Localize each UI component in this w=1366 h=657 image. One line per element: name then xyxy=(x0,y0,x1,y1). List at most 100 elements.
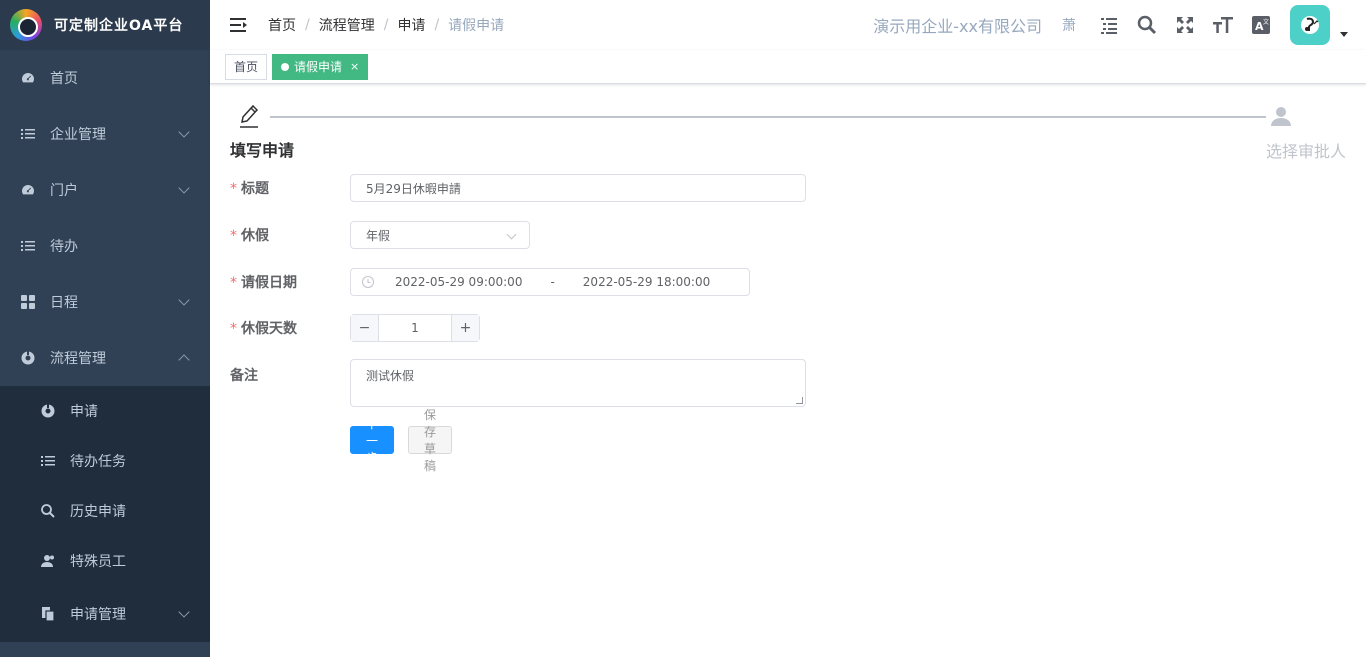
avatar[interactable] xyxy=(1290,5,1330,45)
tag-label: 请假申请 xyxy=(294,59,343,74)
app-title: 可定制企业OA平台 xyxy=(54,18,184,34)
date-label: * 请假日期 xyxy=(230,275,297,291)
sidebar-item-label: 流程管理 xyxy=(50,351,106,367)
sidebar-subitem-apply[interactable]: 申请 xyxy=(0,386,210,436)
list-icon xyxy=(20,238,36,254)
decrease-button[interactable]: − xyxy=(351,315,379,341)
dashboard-icon xyxy=(20,182,36,198)
sidebar-subitem-apply-manage[interactable]: 申请管理 xyxy=(0,586,210,642)
chevron-down-icon xyxy=(506,229,517,240)
date-end[interactable]: 2022-05-29 18:00:00 xyxy=(583,275,710,289)
search-icon[interactable] xyxy=(1128,0,1166,50)
steps: 填写申请 选择审批人 xyxy=(230,103,1356,163)
user-icon xyxy=(40,553,56,569)
sidebar-item-enterprise[interactable]: 企业管理 xyxy=(0,106,210,162)
date-range-picker[interactable]: 2022-05-29 09:00:00 - 2022-05-29 18:00:0… xyxy=(350,268,750,296)
breadcrumb-item[interactable]: 流程管理 xyxy=(319,15,375,35)
tag-leave-application[interactable]: 请假申请 × xyxy=(272,53,369,80)
list-icon xyxy=(20,126,36,142)
form-row-days: * 休假天数 − 1 + xyxy=(230,313,480,343)
sidebar-item-label: 历史申请 xyxy=(70,504,126,520)
date-start[interactable]: 2022-05-29 09:00:00 xyxy=(395,275,522,289)
title-label: * 标题 xyxy=(230,181,269,197)
sidebar-item-todo[interactable]: 待办 xyxy=(0,218,210,274)
breadcrumb: 首页 / 流程管理 / 申请 / 请假申请 xyxy=(268,15,505,35)
days-label: * 休假天数 xyxy=(230,321,297,337)
chevron-up-icon xyxy=(178,354,190,366)
sidebar-item-portal[interactable]: 门户 xyxy=(0,162,210,218)
search-icon xyxy=(40,503,56,519)
hamburger-icon[interactable] xyxy=(210,0,268,50)
note-label: 备注 xyxy=(230,368,258,384)
dashboard-icon xyxy=(20,70,36,86)
grid-icon xyxy=(20,294,36,310)
sidebar-item-label: 待办任务 xyxy=(70,454,126,470)
app-logo xyxy=(10,9,42,41)
form-row-leave-type: * 休假 年假 xyxy=(230,220,530,250)
step-connector xyxy=(270,116,1266,118)
menu-list-icon[interactable] xyxy=(1090,0,1128,50)
process-icon xyxy=(40,403,56,419)
sidebar-item-label: 门户 xyxy=(50,183,78,199)
chevron-down-icon xyxy=(178,294,190,306)
edit-icon xyxy=(238,103,262,133)
process-icon xyxy=(20,350,36,366)
form-row-title: * 标题 5月29日休暇申請 xyxy=(230,173,806,203)
language-icon[interactable]: A文 xyxy=(1242,0,1280,50)
sidebar-item-label: 申请管理 xyxy=(70,607,126,623)
user-icon xyxy=(1270,105,1292,131)
breadcrumb-current: 请假申请 xyxy=(448,18,505,34)
user-menu[interactable] xyxy=(1290,5,1348,45)
sidebar-subitem-history[interactable]: 历史申请 xyxy=(0,486,210,536)
tags-view: 首页 请假申请 × xyxy=(210,50,1366,84)
tag-home[interactable]: 首页 xyxy=(225,53,268,80)
header-right: 演示用企业-xx有限公司 萧 A文 xyxy=(873,0,1366,50)
note-textarea[interactable]: 测试休假 xyxy=(350,359,806,407)
main-content: 填写申请 选择审批人 * 标题 5月29日休暇申請 * 休假 年假 * 请假日期 20… xyxy=(210,85,1366,657)
leave-type-select[interactable]: 年假 xyxy=(350,221,530,249)
breadcrumb-item[interactable]: 申请 xyxy=(397,15,425,35)
date-separator: - xyxy=(550,275,555,289)
days-input[interactable]: 1 xyxy=(379,315,451,341)
next-step-button[interactable]: 下一步 xyxy=(350,417,395,465)
fullscreen-icon[interactable] xyxy=(1166,0,1204,50)
svg-text:文: 文 xyxy=(1263,18,1269,26)
active-dot-icon xyxy=(281,62,290,71)
title-input[interactable]: 5月29日休暇申請 xyxy=(350,174,806,202)
sidebar-subitem-todo-tasks[interactable]: 待办任务 xyxy=(0,436,210,486)
leave-type-label: * 休假 xyxy=(230,228,269,244)
breadcrumb-item[interactable]: 首页 xyxy=(268,15,296,35)
sidebar-subitem-special-staff[interactable]: 特殊员工 xyxy=(0,536,210,586)
increase-button[interactable]: + xyxy=(451,315,479,341)
form-actions: 下一步 保存草稿 xyxy=(350,408,453,473)
clock-icon xyxy=(361,275,375,289)
sidebar-item-label: 企业管理 xyxy=(50,127,106,143)
sidebar-item-process[interactable]: 流程管理 xyxy=(0,330,210,386)
sidebar-item-schedule[interactable]: 日程 xyxy=(0,274,210,330)
resize-handle[interactable] xyxy=(796,397,803,404)
sidebar-item-home[interactable]: 首页 xyxy=(0,50,210,106)
sidebar-item-label: 特殊员工 xyxy=(70,554,126,570)
logo-area: 可定制企业OA平台 xyxy=(0,0,210,50)
close-icon[interactable]: × xyxy=(350,55,359,79)
step-title-select-approver: 选择审批人 xyxy=(1266,142,1347,161)
caret-down-icon xyxy=(1340,31,1348,37)
top-navbar: 首页 / 流程管理 / 申请 / 请假申请 演示用企业-xx有限公司 萧 A文 xyxy=(210,0,1366,50)
chevron-down-icon xyxy=(178,606,190,618)
font-size-icon[interactable] xyxy=(1204,0,1242,50)
save-draft-button[interactable]: 保存草稿 xyxy=(408,408,453,473)
chevron-down-icon xyxy=(178,182,190,194)
process-submenu: 申请 待办任务 历史申请 特殊员工 申请管理 xyxy=(0,386,210,642)
list-icon xyxy=(40,453,56,469)
chevron-down-icon xyxy=(178,126,190,138)
form-row-date: * 请假日期 2022-05-29 09:00:00 - 2022-05-29 1… xyxy=(230,267,750,297)
sidebar-item-label: 首页 xyxy=(50,71,78,87)
sidebar-item-label: 日程 xyxy=(50,295,78,311)
sidebar-item-label: 待办 xyxy=(50,239,78,255)
company-name: 演示用企业-xx有限公司 xyxy=(873,17,1042,36)
user-short-name: 萧 xyxy=(1062,18,1076,34)
sidebar-item-label: 申请 xyxy=(70,404,98,420)
step-title-fill-form: 填写申请 xyxy=(230,141,295,160)
sidebar: 可定制企业OA平台 首页 企业管理 门户 待办 日程 流程管理 申请 待办任务 … xyxy=(0,0,210,657)
days-stepper: − 1 + xyxy=(350,314,480,342)
